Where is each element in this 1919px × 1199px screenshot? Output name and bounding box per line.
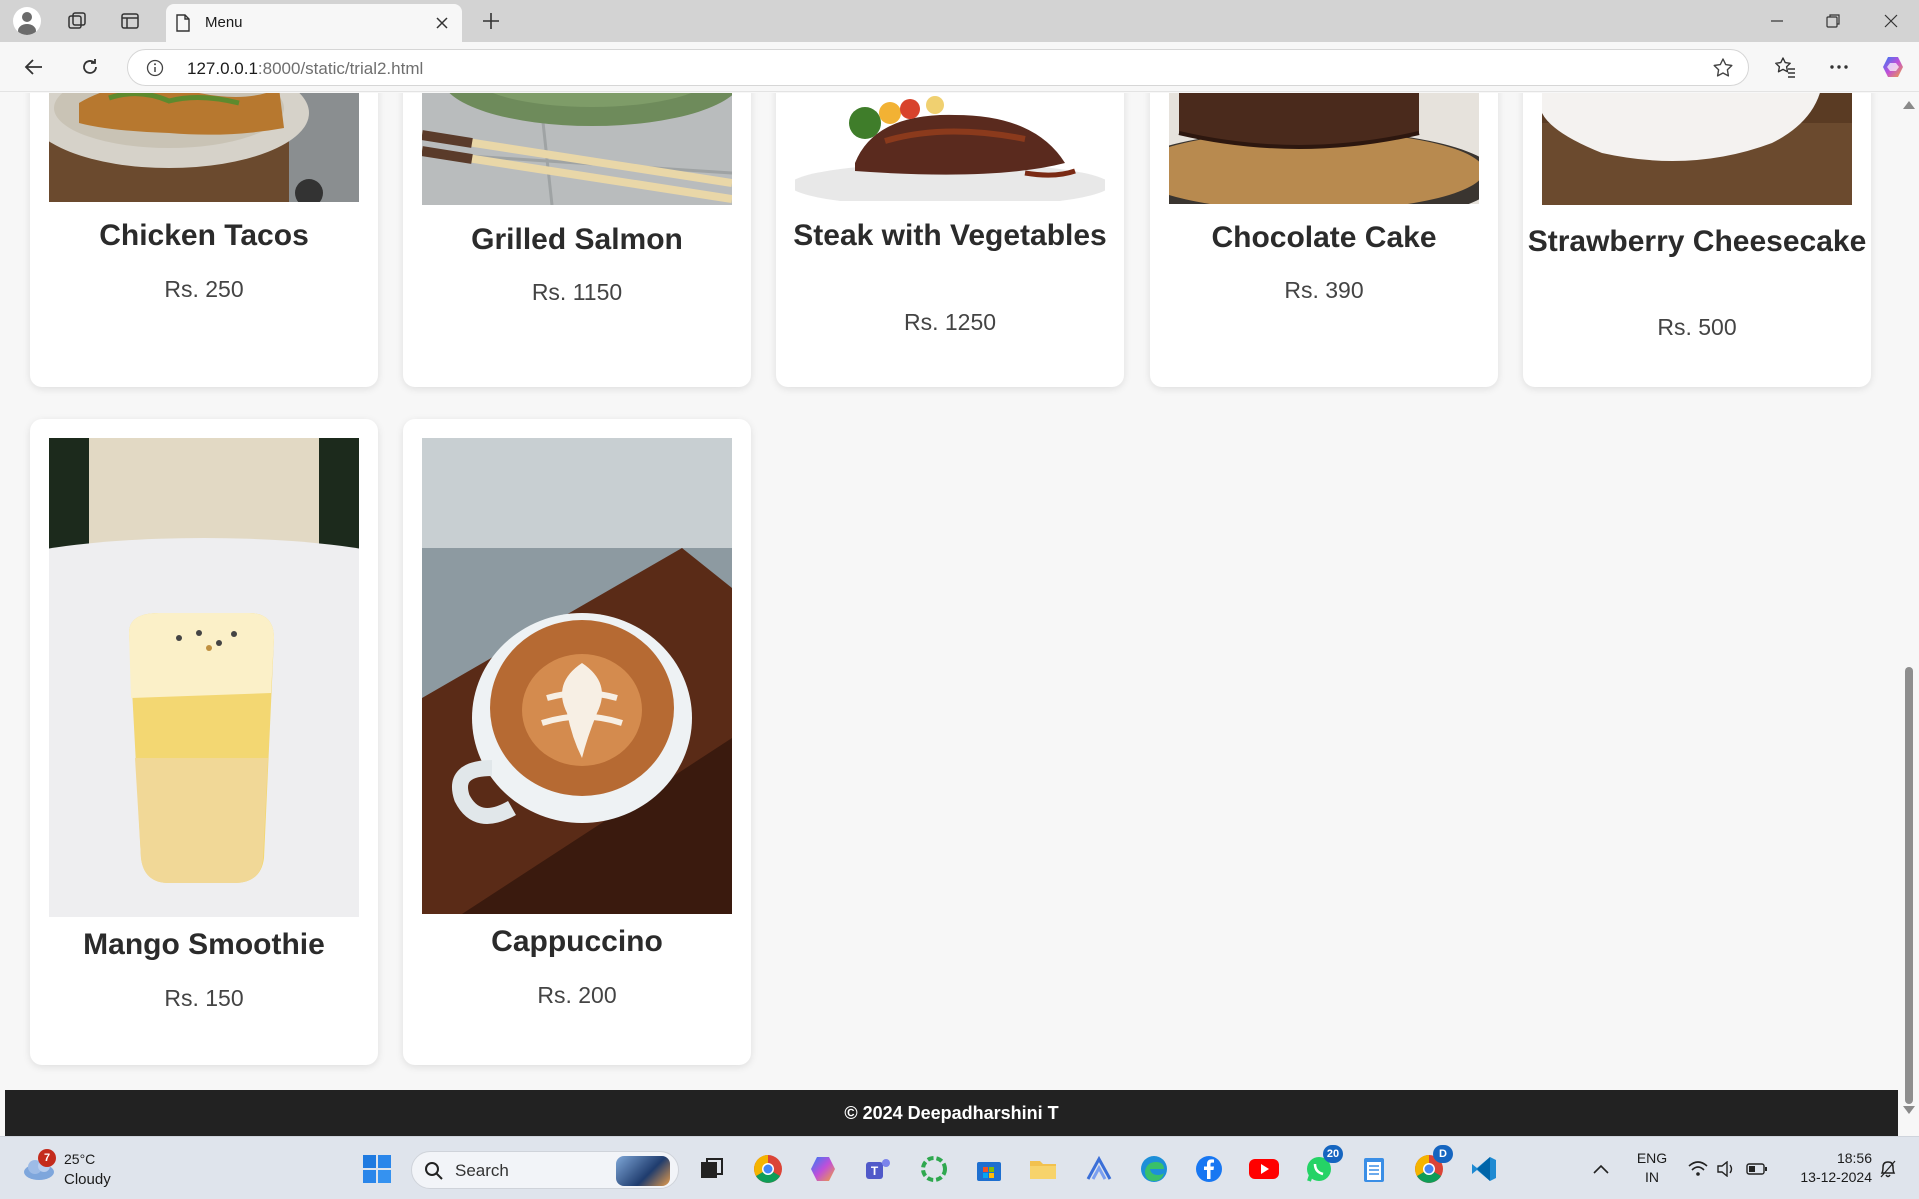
copilot-icon[interactable] xyxy=(1878,52,1908,82)
task-view-icon[interactable] xyxy=(694,1151,730,1187)
menu-card-mango-smoothie[interactable]: Mango Smoothie Rs. 150 xyxy=(30,419,378,1065)
menu-card-steak-with-vegetables[interactable]: Steak with Vegetables Rs. 1250 xyxy=(776,93,1124,387)
facebook-icon[interactable] xyxy=(1191,1151,1227,1187)
vertical-tabs-icon[interactable] xyxy=(114,5,146,37)
more-options-icon[interactable] xyxy=(1824,52,1854,82)
chicken-tacos-image xyxy=(49,93,359,202)
page-icon xyxy=(176,14,190,32)
workspaces-icon[interactable] xyxy=(61,5,93,37)
menu-card-chicken-tacos[interactable]: Chicken Tacos Rs. 250 xyxy=(30,93,378,387)
windows-taskbar: 7 25°C Cloudy Search T 20 D ENG IN 18:56… xyxy=(0,1136,1919,1199)
steak-image xyxy=(795,93,1105,201)
svg-text:T: T xyxy=(871,1164,879,1178)
whatsapp-badge: 20 xyxy=(1323,1145,1343,1163)
wifi-icon[interactable] xyxy=(1686,1137,1710,1199)
item-price: Rs. 500 xyxy=(1657,314,1737,340)
item-price: Rs. 200 xyxy=(537,982,617,1008)
scroll-up-arrow-icon[interactable] xyxy=(1903,101,1915,109)
chrome-icon[interactable] xyxy=(750,1151,786,1187)
new-tab-button[interactable] xyxy=(476,6,506,36)
menu-card-strawberry-cheesecake[interactable]: Strawberry Cheesecake Rs. 500 xyxy=(1523,93,1871,387)
scrollbar-thumb[interactable] xyxy=(1905,667,1913,1104)
close-tab-icon[interactable] xyxy=(430,11,454,35)
battery-icon[interactable] xyxy=(1744,1137,1770,1199)
weather-temperature: 25°C xyxy=(64,1151,96,1167)
volume-icon[interactable] xyxy=(1714,1137,1738,1199)
youtube-icon[interactable] xyxy=(1246,1151,1282,1187)
restore-button[interactable] xyxy=(1805,0,1861,42)
address-bar[interactable]: 127.0.0.1:8000/static/trial2.html xyxy=(127,49,1749,86)
item-name: Grilled Salmon xyxy=(471,223,683,256)
show-hidden-icons-icon[interactable] xyxy=(1585,1137,1617,1199)
weather-widget[interactable]: 7 25°C Cloudy xyxy=(18,1149,128,1191)
refresh-app-icon[interactable] xyxy=(916,1151,952,1187)
item-price: Rs. 1150 xyxy=(531,279,623,305)
back-button[interactable] xyxy=(18,51,50,83)
browser-tab-bar: Menu xyxy=(0,0,1919,42)
item-price: Rs. 250 xyxy=(164,276,244,302)
url-text[interactable]: 127.0.0.1:8000/static/trial2.html xyxy=(187,59,423,79)
profile-icon[interactable] xyxy=(11,5,43,37)
copilot-app-icon[interactable] xyxy=(805,1151,841,1187)
item-name: Chicken Tacos xyxy=(99,219,309,252)
edge-icon[interactable] xyxy=(1136,1151,1172,1187)
item-name: Cappuccino xyxy=(491,925,663,958)
tab-title: Menu xyxy=(205,14,243,31)
app-a-icon[interactable] xyxy=(1081,1151,1117,1187)
site-info-icon[interactable] xyxy=(146,59,164,77)
mango-smoothie-image xyxy=(49,438,359,917)
minimize-button[interactable] xyxy=(1749,0,1805,42)
taskbar-search-box[interactable]: Search xyxy=(411,1151,679,1189)
whatsapp-icon[interactable]: 20 xyxy=(1301,1145,1343,1187)
page-footer: © 2024 Deepadharshini T xyxy=(5,1090,1898,1136)
item-name: Chocolate Cake xyxy=(1211,221,1437,254)
item-price: Rs. 390 xyxy=(1284,277,1364,303)
search-icon xyxy=(425,1162,443,1180)
menu-card-grilled-salmon[interactable]: Grilled Salmon Rs. 1150 xyxy=(403,93,751,387)
scroll-down-arrow-icon[interactable] xyxy=(1903,1106,1915,1114)
menu-card-chocolate-cake[interactable]: Chocolate Cake Rs. 390 xyxy=(1150,93,1498,387)
notepad-icon[interactable] xyxy=(1356,1151,1392,1187)
favorites-icon[interactable] xyxy=(1770,52,1800,82)
page-viewport: Chicken Tacos Rs. 250 Grilled Salmon Rs.… xyxy=(0,93,1919,1136)
file-explorer-icon[interactable] xyxy=(1025,1151,1061,1187)
vscode-icon[interactable] xyxy=(1466,1151,1502,1187)
search-label: Search xyxy=(455,1161,509,1180)
chrome-profile-badge: D xyxy=(1433,1145,1453,1163)
weather-alert-badge: 7 xyxy=(38,1149,56,1167)
language-indicator[interactable]: ENG IN xyxy=(1630,1149,1674,1187)
system-clock[interactable]: 18:56 13-12-2024 xyxy=(1776,1149,1872,1187)
item-name: Mango Smoothie xyxy=(83,928,325,961)
close-window-button[interactable] xyxy=(1863,0,1919,42)
active-tab[interactable]: Menu xyxy=(166,4,462,42)
search-highlight-image xyxy=(616,1156,670,1186)
strawberry-cheesecake-image xyxy=(1542,93,1852,205)
notification-bell-icon[interactable] xyxy=(1876,1137,1900,1199)
chrome-profile-icon[interactable]: D xyxy=(1411,1145,1453,1187)
teams-icon[interactable]: T xyxy=(860,1151,896,1187)
menu-card-cappuccino[interactable]: Cappuccino Rs. 200 xyxy=(403,419,751,1065)
vertical-scrollbar[interactable] xyxy=(1898,93,1919,1136)
item-price: Rs. 150 xyxy=(164,985,244,1011)
chocolate-cake-image xyxy=(1169,93,1479,204)
item-name: Steak with Vegetables xyxy=(793,219,1107,252)
weather-condition: Cloudy xyxy=(64,1171,111,1188)
cappuccino-image xyxy=(422,438,732,914)
reload-button[interactable] xyxy=(74,51,106,83)
address-toolbar: 127.0.0.1:8000/static/trial2.html xyxy=(0,42,1919,92)
grilled-salmon-image xyxy=(422,93,732,205)
microsoft-store-icon[interactable] xyxy=(971,1151,1007,1187)
windows-start-icon[interactable] xyxy=(359,1151,395,1187)
item-name: Strawberry Cheesecake xyxy=(1527,225,1867,258)
favorite-star-icon[interactable] xyxy=(1712,57,1734,79)
item-price: Rs. 1250 xyxy=(903,309,997,335)
